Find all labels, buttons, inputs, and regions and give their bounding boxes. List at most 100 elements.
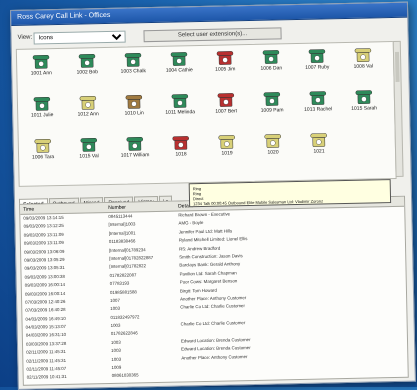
cell-details: Smith Construction: Jason Davis bbox=[179, 253, 243, 260]
cell-time: 04/03/2009 16:31:10 bbox=[25, 332, 67, 339]
cell-time: 09/03/2009 13:11:09 bbox=[23, 240, 64, 246]
cell-number: 1009 bbox=[111, 364, 122, 370]
phone-label: 1015 Val bbox=[79, 153, 99, 160]
phone-extension[interactable]: 1007 Ruby bbox=[297, 47, 338, 90]
cell-number: 01782822087 bbox=[109, 272, 137, 278]
cell-number: 01183838466 bbox=[108, 238, 136, 245]
phone-extension[interactable]: 1015 Sarah bbox=[344, 88, 385, 131]
phone-label: 1002 Bob bbox=[76, 69, 99, 76]
cell-time: 09/03/2009 13:14:15 bbox=[23, 214, 64, 221]
telephone-icon bbox=[34, 138, 52, 153]
cell-time: 02/11/2009 11:45:07 bbox=[26, 365, 67, 372]
phone-label: 1015 Sarah bbox=[351, 105, 378, 112]
phone-extension[interactable]: 1021 bbox=[299, 131, 340, 174]
cell-time: 09/03/2009 13:12:25 bbox=[23, 223, 64, 230]
phones-scrollbar[interactable] bbox=[392, 40, 404, 177]
cell-number: 011832497972 bbox=[110, 314, 140, 320]
phone-extension[interactable]: 1005 Jim bbox=[205, 49, 246, 92]
phone-label: 1010 Lin bbox=[124, 110, 144, 117]
column-header-number[interactable]: Number bbox=[108, 205, 126, 211]
telephone-icon bbox=[79, 96, 97, 110]
cell-number: 0845113444 bbox=[108, 213, 133, 219]
cell-details: Edward Location: Brenda Customer bbox=[180, 336, 251, 344]
cell-time: 07/03/2009 16:40:28 bbox=[25, 307, 66, 314]
cell-details: Jennifer Paul Ltd: Matt Hills bbox=[178, 228, 233, 235]
cell-time: 09/03/2009 13:06:09 bbox=[24, 248, 65, 255]
phone-label: 1005 Jim bbox=[215, 66, 236, 73]
telephone-icon bbox=[33, 96, 51, 111]
view-select[interactable]: Icons bbox=[33, 30, 126, 45]
cell-details: Edward Location: Brenda Customer bbox=[181, 345, 251, 352]
call-log-table: Time Number Details 09/03/2009 13:14:15 0… bbox=[19, 195, 409, 386]
phone-extension[interactable]: 1009 Pam bbox=[252, 90, 293, 133]
select-extensions-button[interactable]: Select user extension(s)... bbox=[143, 27, 282, 43]
cell-number: [Internal]01782822 bbox=[109, 263, 147, 270]
phone-label: 1021 bbox=[313, 148, 325, 155]
phone-extension[interactable]: 1001 Ann bbox=[21, 53, 62, 96]
phone-extension[interactable]: 1011 Julie bbox=[22, 95, 63, 138]
cell-details: Richard Brown - Executive bbox=[178, 211, 231, 218]
telephone-icon bbox=[32, 54, 50, 69]
cell-number: [Internal]01782822887 bbox=[109, 255, 154, 261]
phone-label: 1018 bbox=[175, 151, 187, 158]
cell-number: 1003 bbox=[110, 306, 121, 312]
cell-number: 1003 bbox=[110, 339, 121, 345]
telephone-icon bbox=[309, 91, 327, 105]
column-header-time[interactable]: Time bbox=[23, 207, 34, 213]
phone-extension[interactable]: 1010 Lin bbox=[114, 93, 155, 136]
phone-extension[interactable]: 1002 Bob bbox=[67, 52, 108, 95]
app-window: Ross Carey Call Link - Offices View: Ico… bbox=[10, 1, 416, 390]
phone-extension[interactable]: 1017 William bbox=[115, 135, 156, 178]
telephone-icon bbox=[263, 92, 281, 106]
telephone-icon bbox=[125, 95, 143, 109]
cell-number: 1003 bbox=[111, 348, 121, 354]
cell-time: 02/11/2009 11:45:31 bbox=[26, 357, 67, 364]
phone-extension[interactable]: 1006 Tara bbox=[23, 137, 64, 180]
phone-extension[interactable]: 1003 Chalk bbox=[113, 51, 154, 94]
cell-number: 08061030365 bbox=[111, 372, 139, 379]
phone-extension[interactable]: 1004 Cathie bbox=[159, 50, 200, 93]
phone-extension[interactable]: 1011 Melinda bbox=[160, 92, 201, 135]
phone-extension[interactable]: 1007 Bert bbox=[206, 91, 247, 134]
phone-label: 1004 Cathie bbox=[165, 67, 193, 74]
phone-label: 1017 William bbox=[120, 152, 150, 159]
phone-label: 1019 bbox=[221, 150, 233, 157]
phone-extension[interactable]: 1015 Val bbox=[69, 136, 110, 179]
phone-extension[interactable]: 1012 Ann bbox=[68, 94, 109, 137]
phone-label: 1006 Dan bbox=[260, 65, 283, 72]
cell-details: Barclays Bank: Gerald Anthony bbox=[179, 261, 241, 268]
cell-time: 09/03/2009 16:00:14 bbox=[24, 282, 66, 288]
phone-extension[interactable]: 1008 Val bbox=[343, 46, 384, 89]
scrollbar-thumb[interactable] bbox=[394, 51, 400, 82]
view-label: View: bbox=[17, 34, 33, 41]
telephone-icon bbox=[171, 94, 189, 108]
cell-number: [Internal]1003 bbox=[108, 221, 136, 228]
phone-label: 1001 Ann bbox=[30, 70, 52, 77]
cell-time: 02/11/2009 11:45:31 bbox=[26, 349, 66, 355]
phone-label: 1012 Ann bbox=[77, 111, 99, 118]
call-tooltip: Ring Ring Direct 1234 Talk 00:00:45 Outboun… bbox=[188, 179, 392, 208]
cell-number: 1003 bbox=[111, 356, 122, 362]
telephone-icon bbox=[310, 133, 327, 147]
cell-details: RS: Andrew Bradford bbox=[178, 245, 221, 252]
telephone-icon bbox=[308, 49, 326, 63]
phone-label: 1009 Pam bbox=[260, 107, 284, 114]
cell-details: Charlie Co Ltd: Charlie Customer bbox=[180, 303, 245, 310]
phone-icon-grid: 1001 Ann 1002 Bob 1003 Chalk 1004 Cathie 100… bbox=[15, 40, 397, 187]
phone-label: 1020 bbox=[267, 149, 279, 156]
phone-extension[interactable]: 1013 Rachel bbox=[298, 89, 339, 132]
cell-details: Pavilion Ltd: Sarah Chapman bbox=[179, 270, 237, 277]
telephone-icon bbox=[78, 54, 96, 68]
cell-details: Ryland Mitchell Limited: Lionel Ellis bbox=[178, 236, 248, 243]
phone-extension[interactable]: 1019 bbox=[207, 133, 248, 176]
telephone-icon bbox=[262, 50, 280, 64]
cell-time: 09/03/2009 13:00:38 bbox=[24, 273, 65, 280]
phone-extension[interactable]: 1020 bbox=[253, 132, 294, 175]
cell-time: 07/03/2009 12:40:26 bbox=[25, 298, 66, 305]
phone-extension[interactable]: 1006 Dan bbox=[251, 48, 292, 91]
cell-number: 01985881588 bbox=[109, 288, 137, 295]
telephone-icon bbox=[264, 134, 281, 148]
cell-details: Another Place: Anthony Customer bbox=[180, 295, 247, 302]
cell-details: AMG - Boyle bbox=[178, 220, 204, 226]
phone-extension[interactable]: 1018 bbox=[161, 134, 202, 177]
